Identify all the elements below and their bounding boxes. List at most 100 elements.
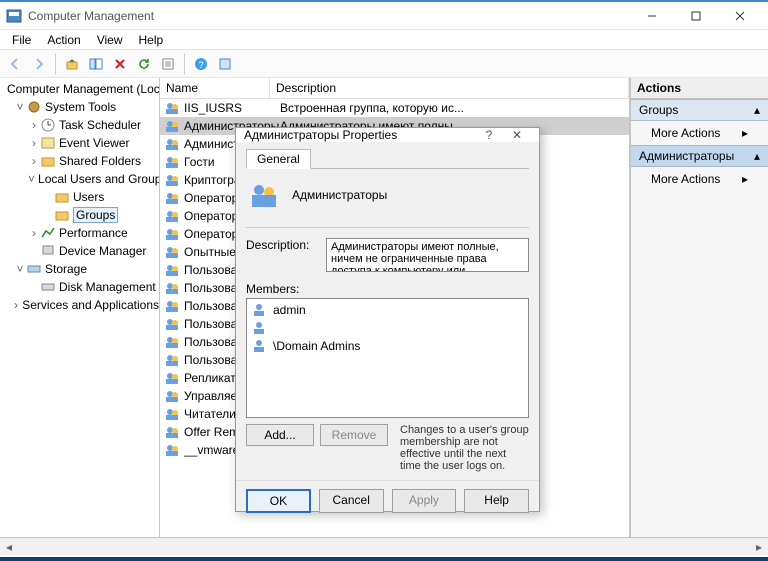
membership-note: Changes to a user's group membership are…: [394, 424, 529, 472]
user-icon: [251, 320, 267, 336]
group-icon: [248, 179, 280, 211]
properties-dialog: Администраторы Properties ? ✕ General Ад…: [235, 127, 540, 512]
apply-button[interactable]: Apply: [392, 489, 457, 513]
console-tree[interactable]: Computer Management (Local ˅System Tools…: [0, 78, 160, 537]
app-icon: [6, 8, 22, 24]
description-input[interactable]: Администраторы имеют полные, ничем не ог…: [326, 238, 529, 272]
maximize-button[interactable]: [674, 3, 718, 29]
group-icon: [164, 352, 180, 368]
actions-pane: Actions Groups▴ More Actions▸ Администра…: [630, 78, 768, 537]
list-header: Name Description: [160, 78, 629, 99]
dialog-titlebar: Администраторы Properties ? ✕: [236, 128, 539, 142]
window-title: Computer Management: [28, 9, 630, 23]
tree-disk-management[interactable]: Disk Management: [0, 278, 159, 296]
group-icon: [164, 118, 180, 134]
scroll-left-icon[interactable]: ◂: [0, 539, 18, 555]
tree-shared-folders[interactable]: ›Shared Folders: [0, 152, 159, 170]
actions-more-2[interactable]: More Actions▸: [631, 167, 768, 191]
group-icon: [164, 442, 180, 458]
minimize-button[interactable]: [630, 3, 674, 29]
row-desc: Встроенная группа, которую ис...: [280, 101, 629, 115]
toolbar: ?: [0, 50, 768, 78]
chevron-up-icon: ▴: [754, 149, 760, 163]
group-icon: [164, 226, 180, 242]
group-icon: [164, 190, 180, 206]
svg-text:?: ?: [198, 60, 203, 70]
group-icon: [164, 172, 180, 188]
menu-action[interactable]: Action: [41, 31, 86, 49]
tree-system-tools[interactable]: ˅System Tools: [0, 98, 159, 116]
group-icon: [164, 334, 180, 350]
show-hide-tree-button[interactable]: [85, 53, 107, 75]
menu-bar: File Action View Help: [0, 30, 768, 50]
group-icon: [164, 298, 180, 314]
actions-more-1[interactable]: More Actions▸: [631, 121, 768, 145]
group-name-label: Администраторы: [292, 188, 387, 202]
group-icon: [164, 370, 180, 386]
description-label: Description:: [246, 238, 316, 252]
group-icon: [164, 262, 180, 278]
group-icon: [164, 244, 180, 260]
dialog-close-button[interactable]: ✕: [503, 128, 531, 142]
members-label: Members:: [246, 282, 529, 296]
column-name[interactable]: Name: [160, 78, 270, 98]
member-row[interactable]: [249, 319, 526, 337]
menu-view[interactable]: View: [91, 31, 129, 49]
group-icon: [164, 100, 180, 116]
tree-device-manager[interactable]: Device Manager: [0, 242, 159, 260]
member-name: admin: [273, 303, 306, 317]
refresh-button[interactable]: [133, 53, 155, 75]
tree-event-viewer[interactable]: ›Event Viewer: [0, 134, 159, 152]
menu-file[interactable]: File: [6, 31, 37, 49]
tree-task-scheduler[interactable]: ›Task Scheduler: [0, 116, 159, 134]
tree-root[interactable]: Computer Management (Local: [0, 80, 159, 98]
tree-storage[interactable]: ˅Storage: [0, 260, 159, 278]
tree-services-apps[interactable]: ›Services and Applications: [0, 296, 159, 314]
taskbar-edge: [0, 557, 768, 561]
close-button[interactable]: [718, 3, 762, 29]
member-row[interactable]: admin: [249, 301, 526, 319]
group-icon: [164, 406, 180, 422]
actions-header: Actions: [631, 78, 768, 99]
group-icon: [164, 316, 180, 332]
horizontal-scrollbar[interactable]: ◂ ▸: [0, 537, 768, 555]
group-icon: [164, 154, 180, 170]
window-titlebar: Computer Management: [0, 2, 768, 30]
group-icon: [164, 280, 180, 296]
actions-section-groups[interactable]: Groups▴: [631, 99, 768, 121]
column-description[interactable]: Description: [270, 78, 629, 98]
help-button[interactable]: ?: [190, 53, 212, 75]
tab-general[interactable]: General: [246, 149, 311, 169]
cancel-button[interactable]: Cancel: [319, 489, 384, 513]
tree-users[interactable]: Users: [0, 188, 159, 206]
remove-button[interactable]: Remove: [320, 424, 388, 446]
members-list[interactable]: admin \Domain Admins: [246, 298, 529, 418]
dialog-tabs: General: [246, 148, 529, 169]
add-button[interactable]: Add...: [246, 424, 314, 446]
tree-groups[interactable]: Groups: [0, 206, 159, 224]
delete-button[interactable]: [109, 53, 131, 75]
dialog-title: Администраторы Properties: [244, 128, 475, 142]
user-icon: [251, 338, 267, 354]
back-button[interactable]: [4, 53, 26, 75]
export-list-button[interactable]: [157, 53, 179, 75]
dialog-help-bottom-button[interactable]: Help: [464, 489, 529, 513]
group-icon: [164, 136, 180, 152]
menu-help[interactable]: Help: [133, 31, 170, 49]
forward-button[interactable]: [28, 53, 50, 75]
scroll-right-icon[interactable]: ▸: [750, 539, 768, 555]
tree-performance[interactable]: ›Performance: [0, 224, 159, 242]
list-row[interactable]: IIS_IUSRSВстроенная группа, которую ис..…: [160, 99, 629, 117]
actions-section-selected[interactable]: Администраторы▴: [631, 145, 768, 167]
properties-button[interactable]: [214, 53, 236, 75]
group-icon: [164, 388, 180, 404]
group-icon: [164, 424, 180, 440]
up-button[interactable]: [61, 53, 83, 75]
tree-local-users-groups[interactable]: ˅Local Users and Groups: [0, 170, 159, 188]
dialog-help-button[interactable]: ?: [475, 128, 503, 142]
member-row[interactable]: \Domain Admins: [249, 337, 526, 355]
ok-button[interactable]: OK: [246, 489, 311, 513]
group-icon: [164, 208, 180, 224]
chevron-up-icon: ▴: [754, 103, 760, 117]
row-name: IIS_IUSRS: [184, 101, 280, 115]
